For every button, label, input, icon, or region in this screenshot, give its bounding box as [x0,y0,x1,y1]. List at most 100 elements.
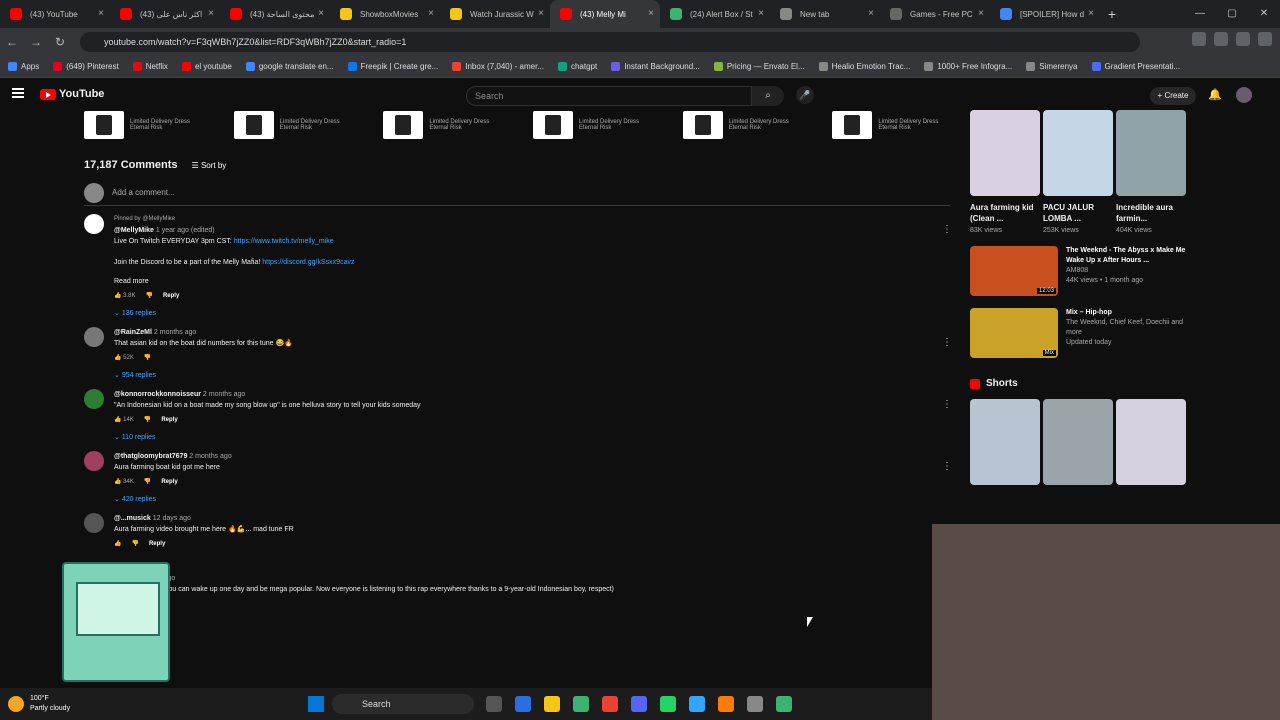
short-card[interactable] [1116,399,1186,485]
close-icon[interactable]: × [648,8,654,19]
related-video[interactable]: 12:03 The Weeknd - The Abyss x Make Me Wa… [970,246,1190,296]
close-icon[interactable]: × [318,8,324,19]
read-more-button[interactable]: Read more [114,276,914,287]
taskbar-app-icon[interactable] [515,696,531,712]
dislike-icon[interactable]: 👎 [145,291,152,302]
close-icon[interactable]: × [538,8,544,19]
short-card[interactable]: Incredible aura farmin... 404K views [1116,110,1186,234]
search-icon[interactable]: ⌕ [752,86,784,106]
avatar[interactable] [84,389,104,409]
replies-toggle[interactable]: ⌄ 52 replies [114,616,914,627]
replies-toggle[interactable]: ⌄ 110 replies [114,432,914,443]
like-button[interactable]: 👍 [114,539,121,550]
comment-author[interactable]: @RainZeMl [114,329,152,336]
bookmark-item[interactable]: google translate en... [245,62,334,71]
replies-toggle[interactable]: ⌄ 954 replies [114,370,914,381]
browser-tab[interactable]: ShowboxMovies × [330,0,440,28]
sort-button[interactable]: ☰ Sort by [192,161,227,170]
taskbar-app-icon[interactable] [718,696,734,712]
merch-item[interactable]: Limited Delivery Dress Eternal Risk [383,110,515,140]
dislike-icon[interactable]: 👎 [144,477,151,488]
bookmark-item[interactable]: Pricing — Envato El... [713,62,805,71]
bookmark-item[interactable]: Gradient Presentati... [1091,62,1180,71]
comment-author[interactable]: @konnorrockkonnoisseur [114,391,201,398]
bookmark-item[interactable]: Freepik | Create gre... [347,62,438,71]
more-options-icon[interactable]: ⋮ [942,399,952,410]
short-card[interactable] [1043,399,1113,485]
windows-start-icon[interactable] [308,696,324,712]
reply-button[interactable]: Reply [163,291,179,302]
taskbar-app-icon[interactable] [660,696,676,712]
taskbar-app-icon[interactable] [486,696,502,712]
taskbar-app-icon[interactable] [689,696,705,712]
short-card[interactable]: Aura farming kid (Clean ... 83K views [970,110,1040,234]
browser-tab[interactable]: (43) محتوى الساحة × [220,0,330,28]
replies-toggle[interactable]: ⌄ 420 replies [114,494,914,505]
restore-icon[interactable]: ▢ [1216,0,1248,28]
replies-toggle[interactable]: ⌄ 136 replies [114,308,914,319]
weather-widget[interactable]: 100°F Partly cloudy [8,694,70,714]
merch-item[interactable]: Limited Delivery Dress Eternal Risk [682,110,815,140]
dislike-icon[interactable]: 👎 [144,353,151,364]
bookmark-item[interactable]: chatgpt [557,62,597,71]
minimize-icon[interactable]: — [1184,0,1216,28]
bookmark-item[interactable]: el youtube [181,62,232,71]
dislike-icon[interactable]: 👎 [144,415,151,426]
taskbar-app-icon[interactable] [602,696,618,712]
browser-tab[interactable]: Games - Free PC × [880,0,990,28]
browser-tab[interactable]: Watch Jurassic W × [440,0,550,28]
close-icon[interactable]: × [758,8,764,19]
new-tab-icon[interactable]: + [1100,6,1124,22]
zoom-icon[interactable] [1214,32,1228,46]
browser-tab[interactable]: [SPOILER] How d × [990,0,1100,28]
bookmark-item[interactable]: (649) Pinterest [53,62,119,71]
comment-time[interactable]: 1 year ago (edited) [156,227,215,234]
close-icon[interactable]: × [1088,8,1094,19]
more-options-icon[interactable]: ⋮ [942,337,952,348]
youtube-logo[interactable]: YouTube [40,88,104,100]
taskbar-app-icon[interactable] [544,696,560,712]
comment-author[interactable]: @thatgloomybrat7679 [114,453,187,460]
taskbar-app-icon[interactable] [747,696,763,712]
avatar[interactable] [84,327,104,347]
bookmark-item[interactable]: Netflix [132,62,168,71]
related-video[interactable]: Mix Mix – Hip-hop The Weeknd, Chief Keef, … [970,308,1190,358]
close-icon[interactable]: × [208,8,214,19]
reply-button[interactable]: Reply [149,539,165,550]
browser-tab[interactable]: (43) اكثر ناس على × [110,0,220,28]
url-field[interactable]: youtube.com/watch?v=F3qWBh7jZZ0&list=RDF… [80,32,1140,52]
short-card[interactable]: PACU JALUR LOMBA ... 253K views [1043,110,1113,234]
bookmark-item[interactable]: 1000+ Free Infogra... [924,62,1012,71]
more-options-icon[interactable]: ⋮ [942,461,952,472]
avatar[interactable] [84,451,104,471]
reply-button[interactable]: Reply [161,415,177,426]
forward-icon[interactable]: → [24,35,48,49]
close-icon[interactable]: × [978,8,984,19]
star-icon[interactable] [1236,32,1250,46]
like-button[interactable]: 👍 34K [114,477,134,488]
back-icon[interactable]: ← [0,35,24,49]
merch-item[interactable]: Limited Delivery Dress Eternal Risk [832,110,964,140]
close-icon[interactable]: × [98,8,104,19]
reload-icon[interactable]: ↻ [48,35,72,49]
browser-tab[interactable]: (43) Melly Mi × [550,0,660,28]
taskbar-search[interactable]: Search [332,694,474,714]
mic-icon[interactable]: 🎤 [796,86,814,104]
create-button[interactable]: + Create [1150,87,1196,105]
comment-author[interactable]: @MellyMike [114,227,154,234]
add-comment-field[interactable]: Add a comment... [84,180,950,206]
search-input[interactable]: Search [466,86,752,106]
taskbar-app-icon[interactable] [631,696,647,712]
comment-link[interactable]: https://www.twitch.tv/melly_mike [234,238,334,245]
like-button[interactable]: 👍 3.8K [114,291,135,302]
extension-icon[interactable] [1192,32,1206,46]
comment-time[interactable]: 2 months ago [154,329,196,336]
bookmark-item[interactable]: Simerenya [1026,62,1078,71]
close-window-icon[interactable]: ✕ [1248,0,1280,28]
comment-time[interactable]: 2 months ago [189,453,231,460]
browser-tab[interactable]: (24) Alert Box / St × [660,0,770,28]
close-icon[interactable]: × [428,8,434,19]
short-card[interactable] [970,399,1040,485]
more-options-icon[interactable]: ⋮ [942,224,952,235]
close-icon[interactable]: × [868,8,874,19]
